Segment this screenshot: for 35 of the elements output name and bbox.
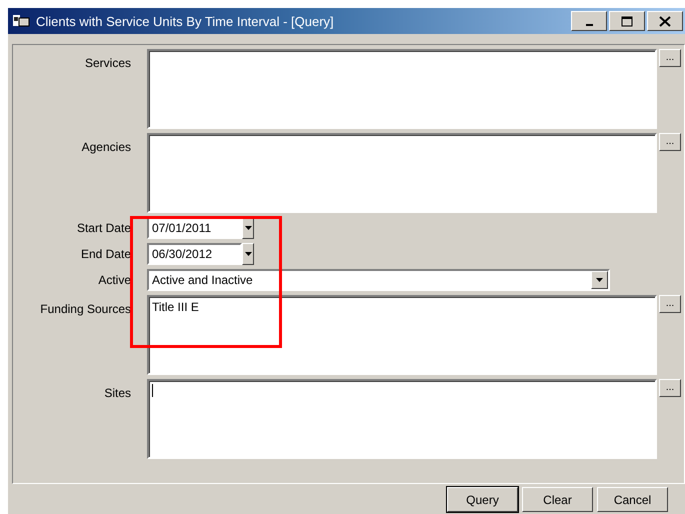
date-dropdown-button[interactable]: [242, 217, 254, 239]
maximize-button[interactable]: [609, 11, 645, 31]
field-label: Start Date: [76, 221, 131, 235]
browse-button[interactable]: ...: [659, 379, 681, 397]
field-label: Services: [84, 55, 131, 70]
list-field[interactable]: Title III E: [147, 295, 657, 375]
list-field[interactable]: [147, 133, 657, 213]
dropdown-arrow-icon: [244, 252, 252, 256]
dropdown-arrow-icon: [596, 278, 603, 282]
dialog-button[interactable]: Query: [447, 487, 518, 512]
dropdown-arrow-icon: [244, 226, 252, 230]
app-icon: [12, 13, 30, 29]
browse-button[interactable]: ...: [659, 49, 681, 67]
field-label: Active: [97, 273, 131, 287]
field-label: Agencies: [80, 139, 131, 154]
maximize-icon: [621, 16, 633, 26]
browse-button[interactable]: ...: [659, 133, 681, 151]
field-label: End Date: [80, 247, 131, 261]
field-label: Sites: [103, 385, 131, 400]
field-value: Title III E: [152, 300, 199, 314]
list-field[interactable]: [147, 379, 657, 459]
date-field[interactable]: 06/30/2012: [147, 243, 242, 265]
dropdown-field[interactable]: Active and Inactive: [147, 269, 610, 291]
date-field[interactable]: 07/01/2011: [147, 217, 242, 239]
minimize-button[interactable]: [571, 11, 607, 31]
list-field[interactable]: [147, 49, 657, 129]
dialog-button[interactable]: Cancel: [597, 487, 668, 512]
close-icon: [659, 16, 671, 26]
close-button[interactable]: [647, 11, 683, 31]
dialog-button[interactable]: Clear: [522, 487, 593, 512]
date-dropdown-button[interactable]: [242, 243, 254, 265]
field-label: Funding Sources: [39, 301, 131, 316]
minimize-icon: [586, 24, 592, 26]
browse-button[interactable]: ...: [659, 295, 681, 313]
window-title: Clients with Service Units By Time Interval - [Query]: [36, 14, 334, 28]
